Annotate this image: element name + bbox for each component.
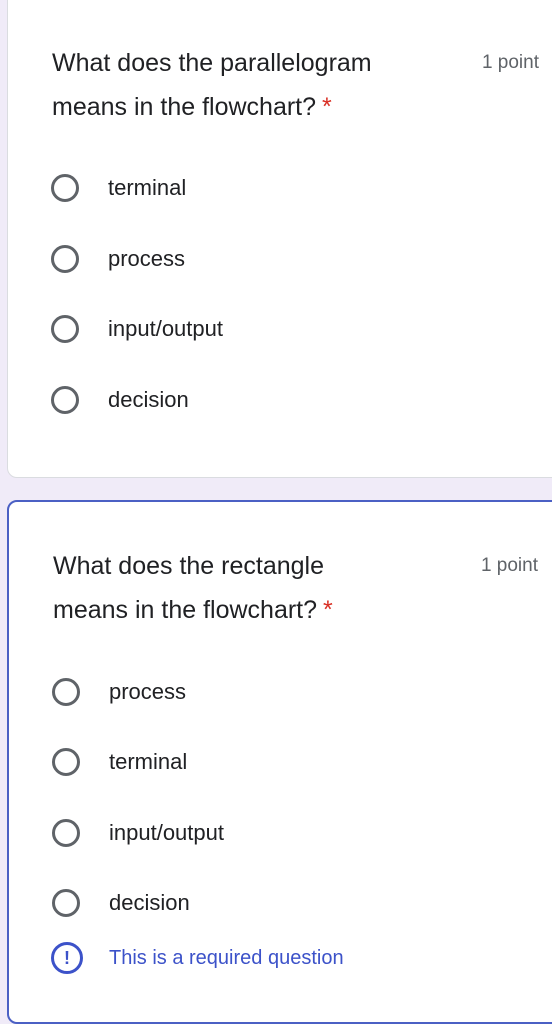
option-process[interactable]: process bbox=[51, 241, 185, 277]
option-decision[interactable]: decision bbox=[52, 885, 190, 921]
option-label: input/output bbox=[108, 316, 223, 341]
option-input-output[interactable]: input/output bbox=[52, 815, 224, 851]
error-text: This is a required question bbox=[109, 946, 344, 969]
question-card-1: What does the parallelogram means in the… bbox=[7, 0, 552, 478]
option-label: process bbox=[108, 246, 186, 271]
option-label: terminal bbox=[108, 175, 187, 200]
radio-button-icon[interactable] bbox=[51, 386, 79, 414]
option-label: decision bbox=[109, 890, 190, 915]
required-error-message: ! This is a required question bbox=[51, 942, 344, 974]
points-label: 1 point bbox=[480, 555, 538, 576]
question-title: What does the rectangle means in the flo… bbox=[53, 544, 433, 632]
option-process[interactable]: process bbox=[52, 674, 186, 710]
radio-button-icon[interactable] bbox=[52, 748, 80, 776]
question-title: What does the parallelogram means in the… bbox=[52, 41, 432, 129]
radio-button-icon[interactable] bbox=[51, 174, 79, 202]
points-label: 1 point bbox=[481, 52, 539, 73]
question-title-line-1: What does the rectangle bbox=[53, 552, 324, 580]
question-title-line-2: means in the flowchart? * bbox=[53, 588, 433, 632]
radio-button-icon[interactable] bbox=[52, 889, 80, 917]
required-asterisk: * bbox=[323, 596, 333, 624]
question-card-2: What does the rectangle means in the flo… bbox=[7, 500, 552, 1024]
option-label: process bbox=[109, 679, 187, 704]
option-input-output[interactable]: input/output bbox=[51, 311, 223, 347]
option-decision[interactable]: decision bbox=[51, 382, 189, 418]
option-terminal[interactable]: terminal bbox=[52, 744, 187, 780]
option-terminal[interactable]: terminal bbox=[51, 170, 186, 206]
question-title-text: means in the flowchart? bbox=[52, 93, 317, 121]
radio-button-icon[interactable] bbox=[52, 819, 80, 847]
question-title-text: means in the flowchart? bbox=[53, 596, 318, 624]
question-title-line-2: means in the flowchart? * bbox=[52, 85, 432, 129]
option-label: terminal bbox=[109, 749, 188, 774]
option-label: input/output bbox=[109, 820, 224, 845]
option-label: decision bbox=[108, 387, 189, 412]
exclamation-icon: ! bbox=[51, 942, 83, 974]
question-title-line-1: What does the parallelogram bbox=[52, 49, 372, 77]
radio-button-icon[interactable] bbox=[51, 315, 79, 343]
required-asterisk: * bbox=[322, 93, 332, 121]
radio-button-icon[interactable] bbox=[51, 245, 79, 273]
radio-button-icon[interactable] bbox=[52, 678, 80, 706]
